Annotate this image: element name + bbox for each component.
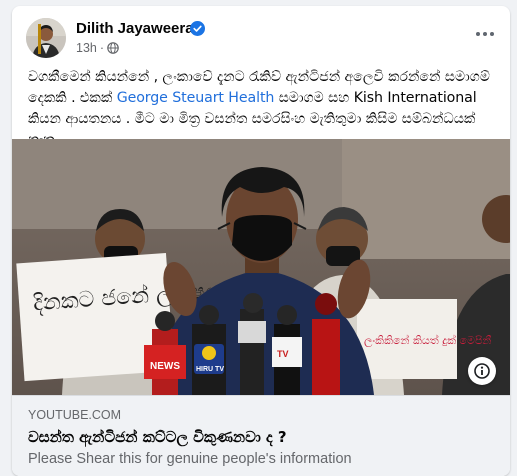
mic-label-hiru: HIRU TV — [196, 366, 224, 373]
globe-icon — [107, 42, 119, 54]
mic-label-tv: TV — [277, 349, 289, 359]
link-title[interactable]: වසන්ත ඇන්ටිජන් කට්ටල විකුණනවා ද ? — [28, 428, 287, 446]
post-meta: 13h · — [76, 41, 119, 55]
post-header: Dilith Jayaweera 13h · — [12, 6, 510, 62]
more-options-icon[interactable] — [472, 24, 498, 44]
post-time[interactable]: 13h — [76, 41, 97, 55]
verified-badge-icon — [190, 21, 205, 36]
video-thumbnail[interactable]: දිනකට ජනේ ලක්ෂයක් ස ලංකිකිනේ කියත් දුක් … — [12, 139, 510, 395]
press-conference-image: දිනකට ජනේ ලක්ෂයක් ස ලංකිකිනේ කියත් දුක් … — [12, 139, 510, 395]
author-name[interactable]: Dilith Jayaweera — [76, 20, 194, 37]
meta-separator: · — [99, 41, 105, 55]
info-icon[interactable] — [468, 357, 496, 385]
sign-right-text: ලංකිකිනේ කියත් දුක් මෙපිනී — [364, 333, 492, 348]
post-card: Dilith Jayaweera 13h · වගකීමෙන් කියන්නේ … — [12, 6, 510, 476]
link-domain: YOUTUBE.COM — [28, 408, 122, 422]
link-preview[interactable]: YOUTUBE.COM වසන්ත ඇන්ටිජන් කට්ටල විකුණනව… — [12, 395, 510, 476]
george-steuart-link[interactable]: George Steuart Health — [117, 90, 275, 106]
mic-label-news: NEWS — [150, 361, 180, 372]
link-description: Please Shear this for genuine people's i… — [28, 451, 352, 467]
author-avatar[interactable] — [26, 18, 66, 58]
